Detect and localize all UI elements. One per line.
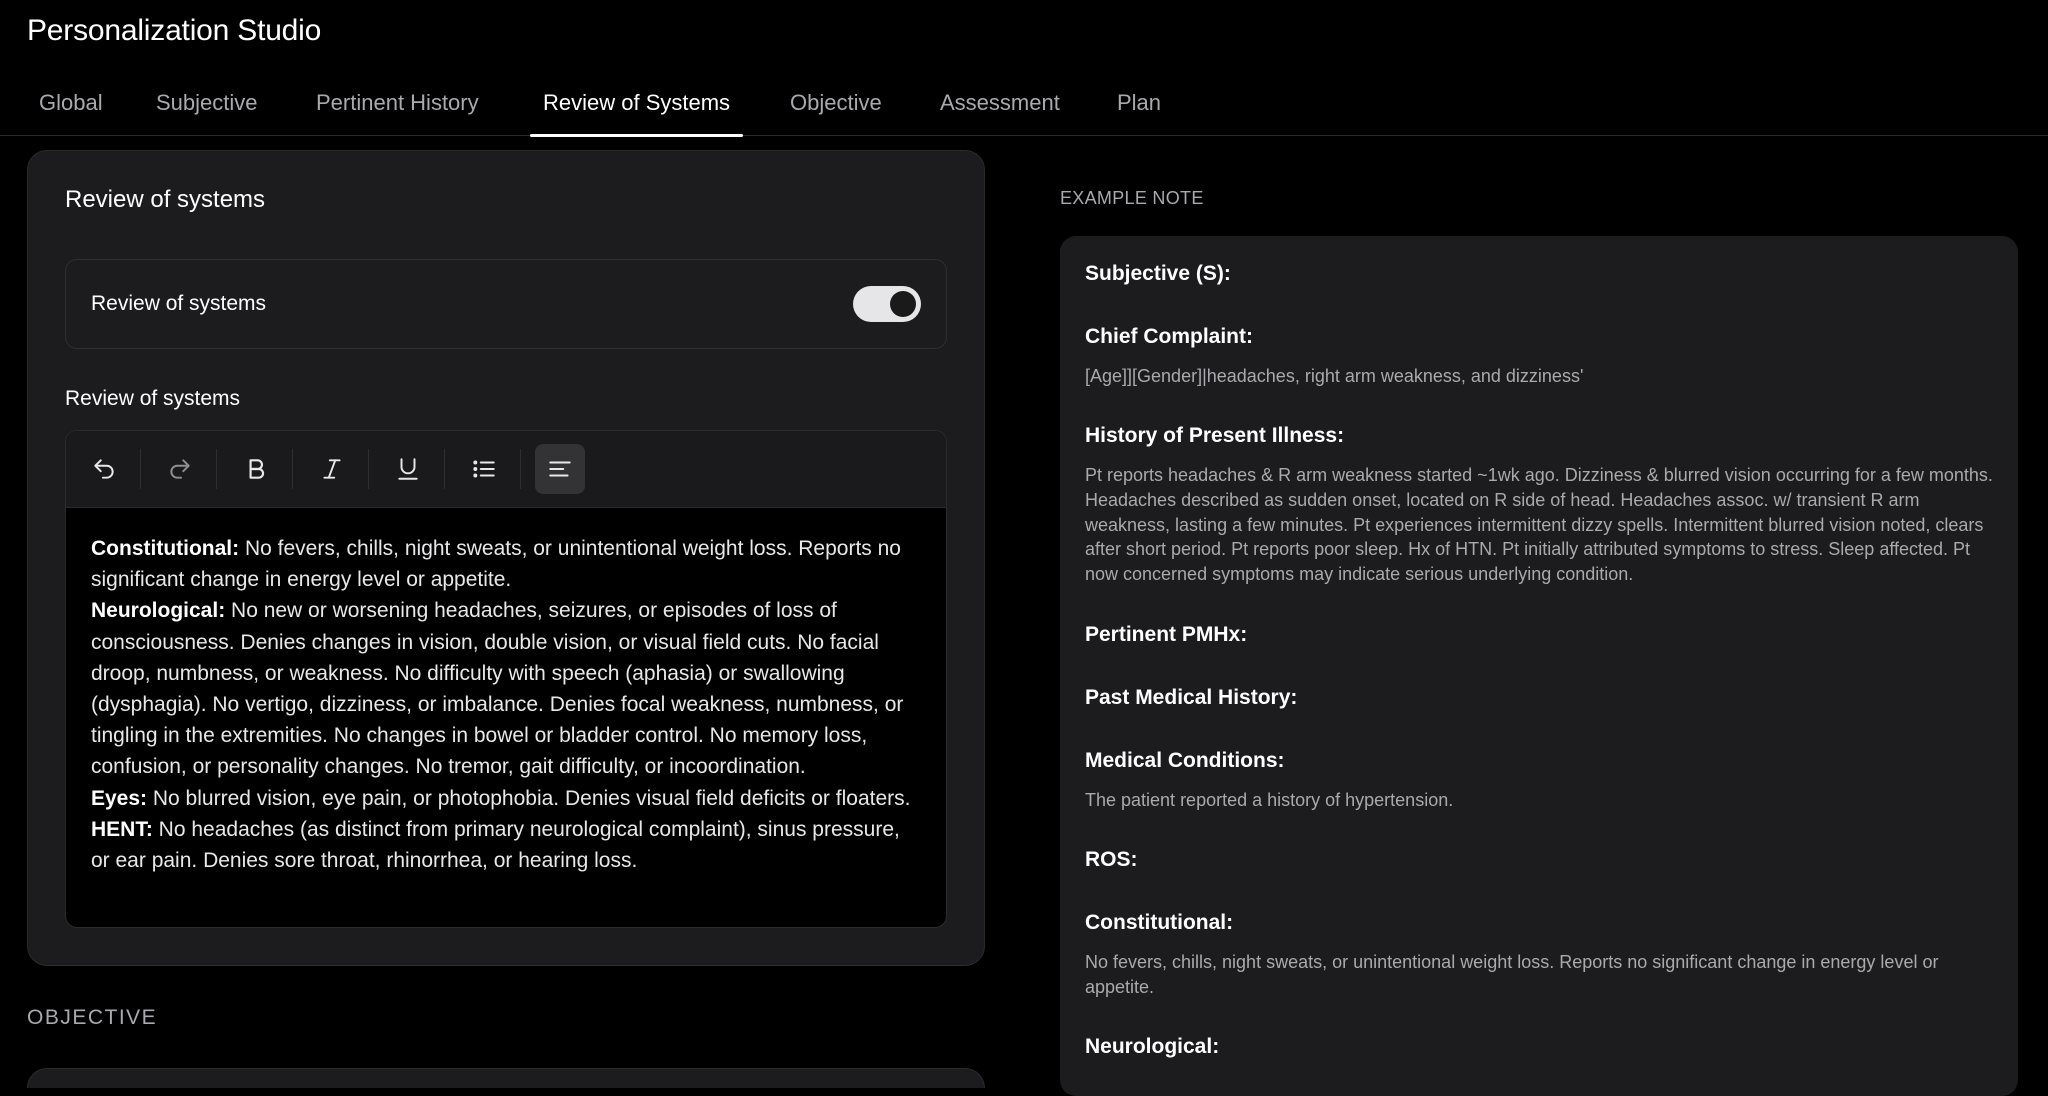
undo-button[interactable] [79,444,129,494]
tab-global[interactable]: Global [39,90,103,136]
ros-entry-label: Eyes: [91,786,148,810]
redo-icon [170,459,190,479]
app-title: Personalization Studio [27,14,322,47]
bold-button[interactable] [231,444,281,494]
ros-entry-text: No blurred vision, eye pain, or photopho… [147,786,911,810]
ros-entry-eyes: Eyes: No blurred vision, eye pain, or ph… [91,783,918,814]
note-heading-pmhx: Pertinent PMHx: [1085,623,1248,646]
toolbar-divider [520,449,521,489]
bullet-list-icon [473,460,495,478]
note-heading-neurological: Neurological: [1085,1035,1220,1058]
redo-button[interactable] [155,444,205,494]
note-heading-ros: ROS: [1085,848,1138,871]
note-heading-pmh: Past Medical History: [1085,686,1298,709]
ros-entry-label: HENT: [91,817,153,841]
bold-icon [249,459,265,479]
ros-entry-neurological: Neurological: No new or worsening headac… [91,595,918,782]
tab-subjective[interactable]: Subjective [156,90,258,136]
editor-content[interactable]: Constitutional: No fevers, chills, night… [91,533,918,927]
note-heading-subjective: Subjective (S): [1085,262,1231,285]
ros-rich-text-editor[interactable]: Constitutional: No fevers, chills, night… [65,430,947,928]
toolbar-divider [140,449,141,489]
review-of-systems-card: Review of systems Review of systems Revi… [27,150,985,966]
italic-button[interactable] [307,444,357,494]
note-heading-hpi: History of Present Illness: [1085,424,1345,447]
underline-button[interactable] [383,444,433,494]
note-heading-constitutional: Constitutional: [1085,911,1234,934]
align-left-button[interactable] [535,444,585,494]
tab-review-of-systems[interactable]: Review of Systems [529,90,744,137]
example-note-card: Subjective (S): Chief Complaint: [Age]][… [1060,236,2018,1096]
ros-toggle-row: Review of systems [65,259,947,349]
ros-entry-label: Neurological: [91,599,226,623]
tab-bar: Global Subjective Pertinent History Revi… [0,76,2048,137]
underline-icon [398,458,418,480]
ros-entry-hent: HENT: No headaches (as distinct from pri… [91,814,918,876]
editor-label: Review of systems [65,387,241,410]
tab-plan[interactable]: Plan [1117,90,1161,136]
ros-entry-label: Constitutional: [91,537,240,560]
italic-icon [323,459,341,479]
toolbar-divider [444,449,445,489]
tab-assessment[interactable]: Assessment [940,90,1060,136]
note-heading-medical-conditions: Medical Conditions: [1085,749,1285,772]
toolbar-divider [368,449,369,489]
align-left-icon [549,461,571,477]
ros-entry-text: No new or worsening headaches, seizures,… [91,599,904,779]
example-note-label: EXAMPLE NOTE [1060,188,1204,208]
ros-entry-text: No headaches (as distinct from primary n… [91,817,900,873]
objective-section-heading: OBJECTIVE [27,1006,158,1029]
toolbar-divider [216,449,217,489]
tab-pertinent-history[interactable]: Pertinent History [316,90,479,136]
ros-entry-constitutional: Constitutional: No fevers, chills, night… [91,533,918,595]
objective-card [27,1068,985,1088]
undo-icon [94,459,114,479]
tab-objective[interactable]: Objective [790,90,882,136]
note-text-medical-conditions: The patient reported a history of hypert… [1085,790,1454,810]
note-text-chief-complaint: [Age]][Gender]|headaches, right arm weak… [1085,366,1584,386]
toggle-knob [890,291,916,317]
note-heading-chief-complaint: Chief Complaint: [1085,325,1253,348]
note-text-constitutional: No fevers, chills, night sweats, or unin… [1085,952,1939,997]
ros-toggle-switch[interactable] [853,286,921,322]
bullet-list-button[interactable] [459,444,509,494]
card-title: Review of systems [65,186,266,213]
toolbar-divider [292,449,293,489]
ros-toggle-label: Review of systems [91,292,267,315]
note-text-hpi: Pt reports headaches & R arm weakness st… [1085,465,1993,585]
editor-toolbar [66,431,946,508]
